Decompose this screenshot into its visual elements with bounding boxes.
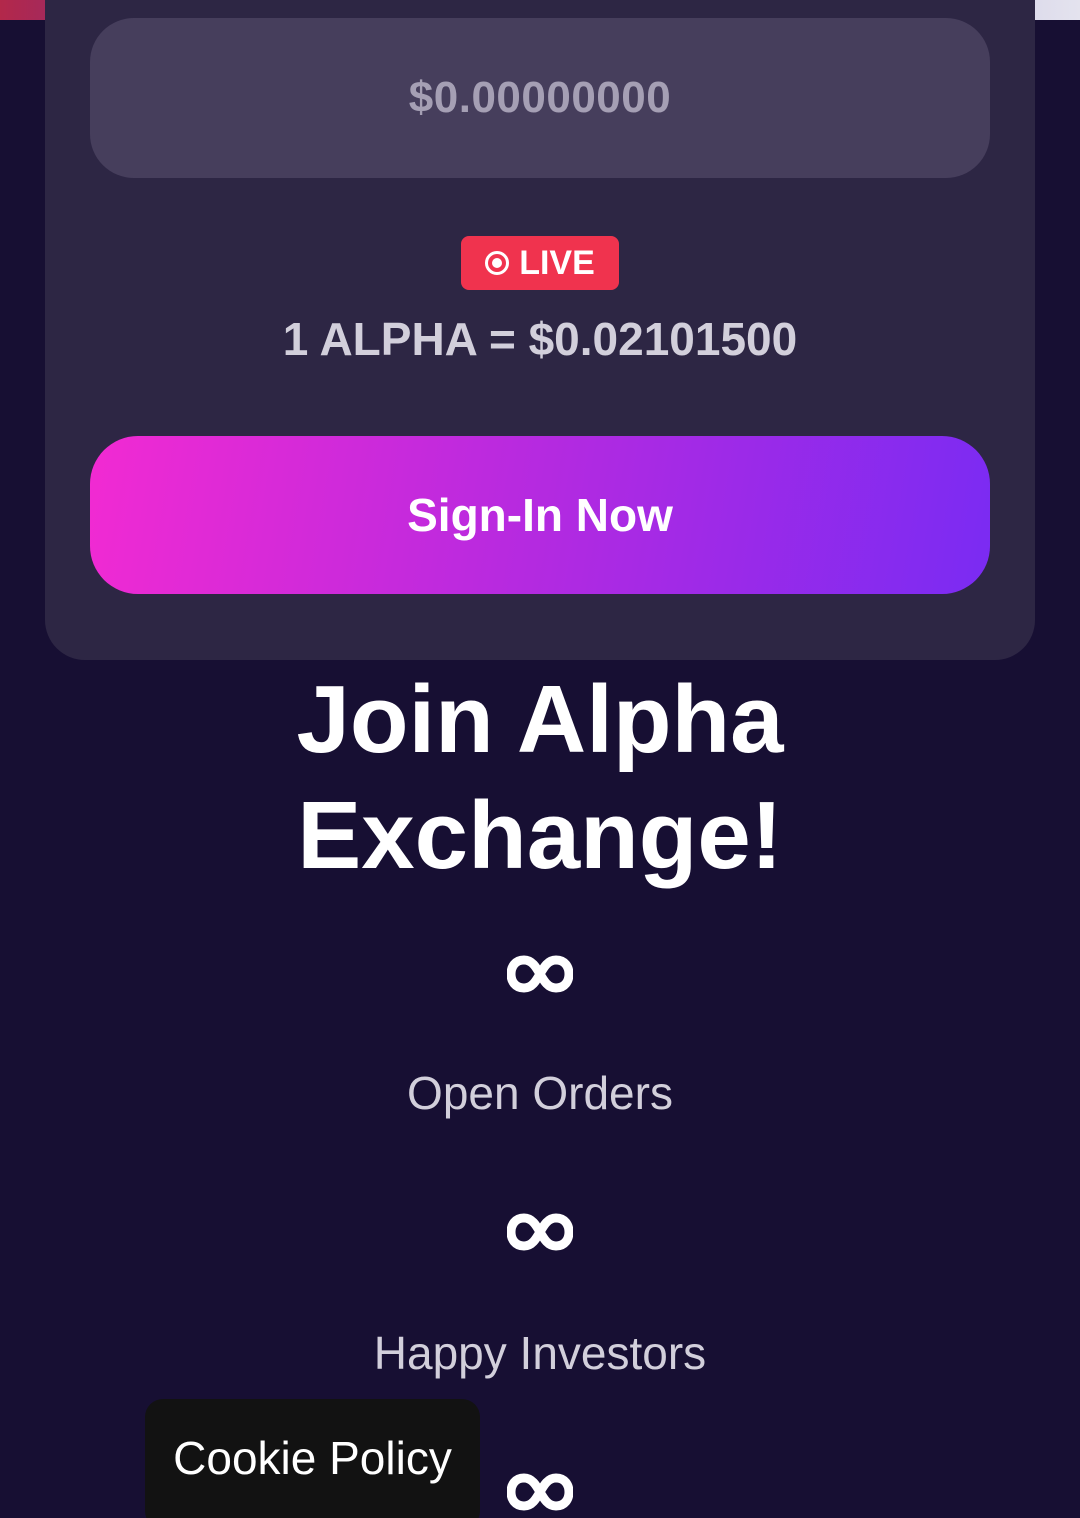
infinity-icon — [507, 955, 573, 993]
page: $0.00000000 LIVE 1 ALPHA = $0.02101500 S… — [0, 0, 1080, 1518]
cookie-policy-label[interactable]: Cookie Policy — [173, 1431, 452, 1485]
amount-display-field[interactable]: $0.00000000 — [90, 18, 990, 178]
infinity-icon — [507, 1213, 573, 1251]
hero-title-line1: Join Alpha — [296, 666, 784, 773]
stat-open-orders-value — [0, 944, 1080, 1004]
stat-label-open-orders: Open Orders — [407, 1067, 673, 1119]
live-label: LIVE — [519, 243, 595, 282]
stat-happy-investors-value — [0, 1202, 1080, 1262]
stat-label-happy-investors: Happy Investors — [373, 1327, 707, 1379]
exchange-rate-text: 1 ALPHA = $0.02101500 — [282, 313, 798, 365]
cookie-policy-popup[interactable]: Cookie Policy — [145, 1399, 480, 1518]
sign-in-button[interactable]: Sign-In Now — [90, 436, 990, 594]
live-record-icon — [485, 251, 510, 275]
infinity-icon — [507, 1473, 573, 1511]
amount-value: $0.00000000 — [408, 73, 672, 122]
live-badge: LIVE — [461, 236, 619, 290]
hero-title: Join Alpha Exchange! — [0, 662, 1080, 894]
hero-title-line2: Exchange! — [297, 782, 783, 889]
sign-in-label: Sign-In Now — [407, 489, 673, 541]
